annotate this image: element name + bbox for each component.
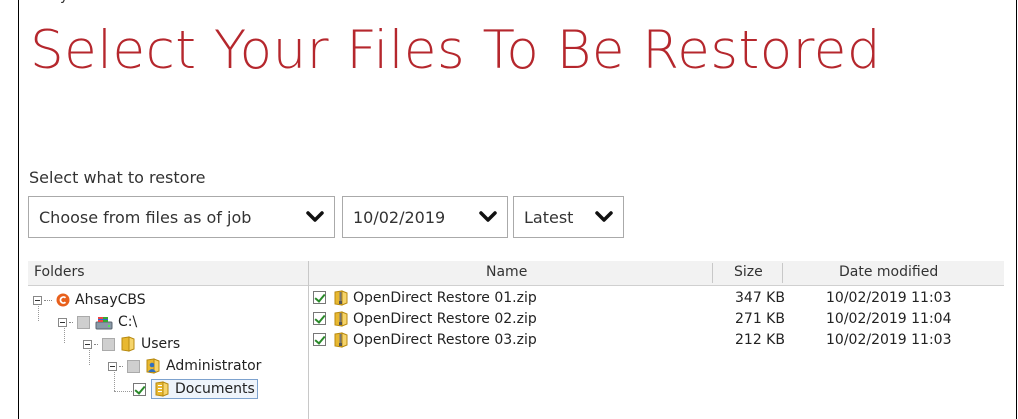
tree-node-users[interactable]: Users xyxy=(83,333,180,355)
cut-off-text: y xyxy=(60,0,68,4)
folders-header: Folders xyxy=(34,264,85,280)
file-row[interactable]: OpenDirect Restore 03.zip 212 KB 10/02/2… xyxy=(309,330,1004,350)
file-size: 347 KB xyxy=(735,290,785,306)
tree-node-label: AhsayCBS xyxy=(75,292,146,308)
file-browser: Folders Name Size Date modified AhsayCBS xyxy=(28,261,1004,419)
tree-checkbox[interactable] xyxy=(133,382,146,396)
restore-subtitle: Select what to restore xyxy=(29,168,206,187)
version-value: Latest xyxy=(524,207,574,227)
zip-file-icon xyxy=(333,332,349,352)
file-checkbox[interactable] xyxy=(313,291,326,304)
tree-connector xyxy=(119,365,123,367)
page-title: Select Your Files To Be Restored xyxy=(30,20,882,81)
file-row[interactable]: OpenDirect Restore 02.zip 271 KB 10/02/2… xyxy=(309,309,1004,329)
file-size: 271 KB xyxy=(735,311,785,327)
file-date: 10/02/2019 11:03 xyxy=(826,290,952,306)
column-divider[interactable] xyxy=(782,263,783,283)
ahsay-logo-icon xyxy=(56,293,70,307)
tree-node-label: Users xyxy=(141,336,181,352)
collapse-toggle-icon[interactable] xyxy=(33,295,42,305)
folder-icon xyxy=(120,336,136,352)
tree-node-administrator[interactable]: Administrator xyxy=(108,355,261,377)
name-column-header[interactable]: Name xyxy=(486,264,527,280)
tree-node-label: Documents xyxy=(175,381,255,397)
tree-connector xyxy=(94,343,98,345)
date-value: 10/02/2019 xyxy=(353,207,446,227)
version-dropdown[interactable]: Latest xyxy=(513,196,624,238)
zip-file-icon xyxy=(333,311,349,331)
zip-file-icon xyxy=(333,290,349,310)
documents-folder-icon xyxy=(154,381,170,397)
date-column-header[interactable]: Date modified xyxy=(839,264,938,280)
tree-node-label: C:\ xyxy=(118,314,138,330)
chevron-down-icon xyxy=(306,211,324,223)
collapse-toggle-icon[interactable] xyxy=(108,361,117,371)
size-column-header[interactable]: Size xyxy=(734,264,763,280)
file-date: 10/02/2019 11:03 xyxy=(826,332,952,348)
restore-mode-dropdown[interactable]: Choose from files as of job xyxy=(28,196,335,238)
date-dropdown[interactable]: 10/02/2019 xyxy=(342,196,508,238)
tree-checkbox[interactable] xyxy=(77,315,90,329)
chevron-down-icon xyxy=(479,211,497,223)
selected-node-highlight: Documents xyxy=(151,379,258,399)
restore-mode-value: Choose from files as of job xyxy=(39,207,252,227)
tree-connector xyxy=(114,391,132,392)
tree-connector xyxy=(44,299,52,301)
chevron-down-icon xyxy=(595,211,613,223)
file-name: OpenDirect Restore 03.zip xyxy=(353,332,537,348)
file-checkbox[interactable] xyxy=(313,333,326,346)
tree-node-c-drive[interactable]: C:\ xyxy=(58,311,137,333)
collapse-toggle-icon[interactable] xyxy=(58,317,67,327)
file-row[interactable]: OpenDirect Restore 01.zip 347 KB 10/02/2… xyxy=(309,288,1004,308)
collapse-toggle-icon[interactable] xyxy=(83,339,92,349)
tree-checkbox[interactable] xyxy=(102,337,115,351)
window-border-left xyxy=(18,0,19,419)
column-divider[interactable] xyxy=(712,263,713,283)
file-name: OpenDirect Restore 02.zip xyxy=(353,311,537,327)
file-date: 10/02/2019 11:04 xyxy=(826,311,952,327)
drive-icon xyxy=(95,315,113,330)
file-checkbox[interactable] xyxy=(313,312,326,325)
user-folder-icon xyxy=(145,358,161,374)
tree-node-label: Administrator xyxy=(166,358,262,374)
tree-checkbox[interactable] xyxy=(127,359,140,373)
column-header-bar: Folders Name Size Date modified xyxy=(28,261,1004,286)
folder-tree: AhsayCBS C:\ Users Administrator Documen… xyxy=(28,287,308,419)
window-border-right xyxy=(1016,0,1017,419)
tree-node-ahsaycbs[interactable]: AhsayCBS xyxy=(33,289,146,311)
file-size: 212 KB xyxy=(735,332,785,348)
file-name: OpenDirect Restore 01.zip xyxy=(353,290,537,306)
tree-connector xyxy=(69,321,73,323)
tree-node-documents[interactable]: Documents xyxy=(133,378,258,400)
